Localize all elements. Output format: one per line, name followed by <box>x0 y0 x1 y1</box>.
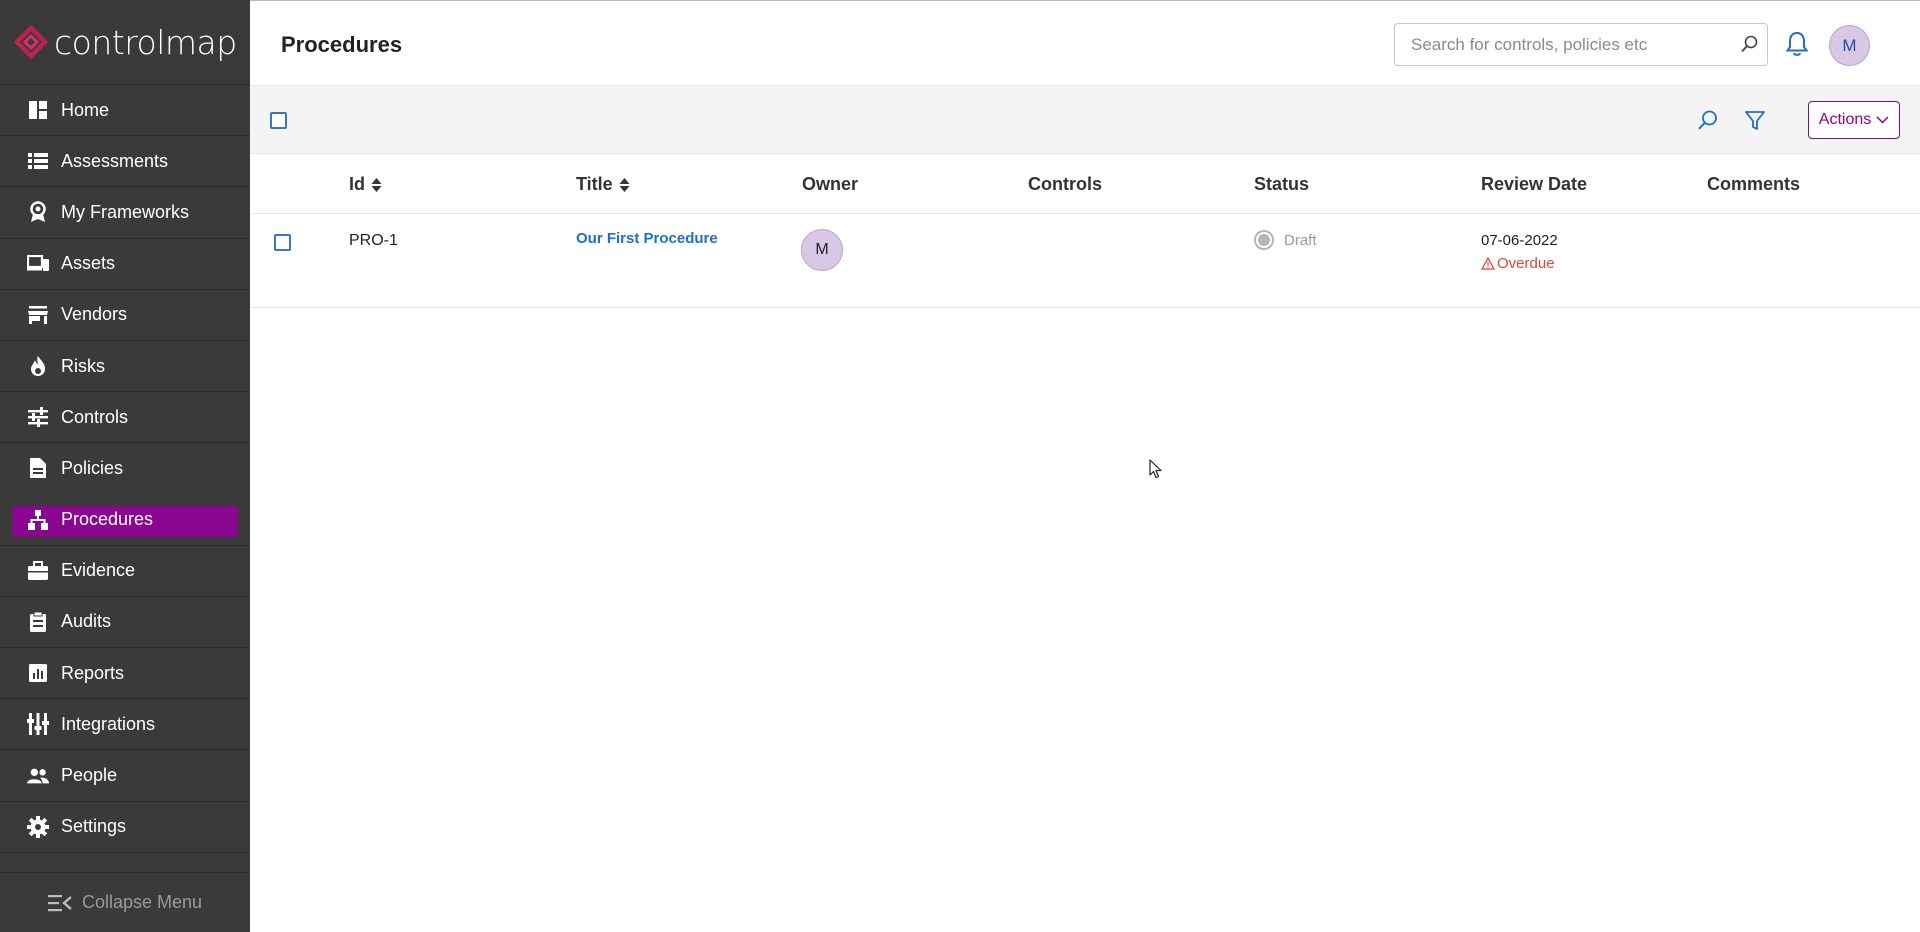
filter-icon[interactable] <box>1745 110 1765 137</box>
sidebar-item-assets[interactable]: Assets <box>0 237 250 289</box>
hierarchy-icon <box>27 509 49 531</box>
column-header-comments: Comments <box>1707 174 1800 195</box>
logo-text: controlmap <box>54 22 237 62</box>
sidebar-item-evidence[interactable]: Evidence <box>0 544 250 596</box>
column-label: Title <box>576 174 613 194</box>
devices-icon <box>27 253 49 275</box>
sidebar-item-label: Assessments <box>61 150 169 171</box>
sidebar-item-label: Policies <box>61 457 124 478</box>
column-label: Comments <box>1707 174 1801 194</box>
column-label: Owner <box>802 174 859 194</box>
overdue-label: Overdue <box>1497 255 1555 272</box>
status-badge: Draft <box>1254 230 1317 250</box>
sidebar-item-risks[interactable]: Risks <box>0 339 250 391</box>
people-icon <box>27 765 49 787</box>
chevron-down-icon <box>1876 116 1889 124</box>
controlmap-logo-icon <box>14 25 48 59</box>
sidebar-item-policies[interactable]: Policies <box>0 442 250 493</box>
sidebar: controlmap Home Assessments My Framework… <box>0 0 250 932</box>
sidebar-item-controls[interactable]: Controls <box>0 391 250 442</box>
sidebar-item-integrations[interactable]: Integrations <box>0 698 250 749</box>
dashboard-icon <box>27 99 49 121</box>
column-label: Id <box>349 174 365 194</box>
sort-icon[interactable] <box>371 177 382 193</box>
collapse-menu-label: Collapse Menu <box>81 892 203 912</box>
sidebar-item-settings[interactable]: Settings <box>0 800 250 852</box>
sidebar-item-label: Integrations <box>61 713 156 734</box>
mouse-cursor-icon <box>1149 459 1162 479</box>
sidebar-item-label: Procedures <box>61 509 154 530</box>
overdue-badge: Overdue <box>1481 255 1558 272</box>
user-avatar[interactable]: M <box>1829 25 1870 66</box>
table-row[interactable]: PRO-1 Our First Procedure M Draft 07-06-… <box>250 214 1920 308</box>
warning-icon <box>1481 257 1495 270</box>
sidebar-item-label: Risks <box>61 355 105 376</box>
sidebar-item-reports[interactable]: Reports <box>0 647 250 698</box>
column-label: Review Date <box>1481 174 1588 194</box>
gear-icon <box>27 815 49 838</box>
sidebar-item-label: Settings <box>61 816 127 837</box>
column-header-status: Status <box>1254 174 1309 195</box>
search-icon[interactable] <box>1741 35 1759 58</box>
review-date: 07-06-2022 <box>1481 232 1558 249</box>
sidebar-item-people[interactable]: People <box>0 749 250 800</box>
sidebar-divider <box>0 851 250 853</box>
sidebar-item-label: Assets <box>61 253 116 274</box>
row-checkbox[interactable] <box>274 234 291 251</box>
badge-icon <box>27 201 49 223</box>
table-header: Id Title Owner Controls Status Review Da… <box>250 154 1920 214</box>
column-header-title[interactable]: Title <box>576 174 630 195</box>
column-header-owner: Owner <box>802 174 858 195</box>
procedures-table: Id Title Owner Controls Status Review Da… <box>250 154 1920 308</box>
status-label: Draft <box>1284 231 1317 249</box>
actions-label: Actions <box>1818 111 1872 128</box>
column-header-review-date: Review Date <box>1481 174 1587 195</box>
search-input[interactable] <box>1395 24 1715 65</box>
owner-avatar[interactable]: M <box>801 229 843 271</box>
list-icon <box>27 150 49 172</box>
sidebar-item-audits[interactable]: Audits <box>0 595 250 647</box>
sidebar-item-vendors[interactable]: Vendors <box>0 288 250 340</box>
sidebar-item-my-frameworks[interactable]: My Frameworks <box>0 186 250 237</box>
sidebar-item-label: My Frameworks <box>61 201 190 222</box>
column-label: Status <box>1254 174 1310 194</box>
clipboard-icon <box>27 611 49 633</box>
document-icon <box>27 457 49 479</box>
store-icon <box>27 304 49 326</box>
sidebar-item-home[interactable]: Home <box>0 84 250 135</box>
sidebar-item-label: Home <box>61 99 110 120</box>
sidebar-item-assessments[interactable]: Assessments <box>0 135 250 186</box>
report-icon <box>27 662 49 684</box>
briefcase-icon <box>27 560 49 582</box>
table-toolbar: Actions <box>250 86 1920 154</box>
notification-bell-icon[interactable] <box>1785 31 1809 62</box>
sidebar-item-label: Audits <box>61 611 112 632</box>
sidebar-item-label: Reports <box>61 662 125 683</box>
sidebar-item-label: Vendors <box>61 304 128 325</box>
actions-button[interactable]: Actions <box>1808 101 1900 139</box>
top-header: Procedures M <box>250 0 1920 86</box>
review-date-cell: 07-06-2022 Overdue <box>1481 232 1558 272</box>
global-search <box>1394 23 1768 66</box>
sidebar-item-label: Evidence <box>61 560 136 581</box>
search-icon[interactable] <box>1697 109 1719 136</box>
procedure-id: PRO-1 <box>349 232 398 249</box>
sidebar-item-procedures[interactable]: Procedures <box>0 493 250 545</box>
logo[interactable]: controlmap <box>0 0 250 84</box>
flame-icon <box>27 355 49 377</box>
sidebar-item-label: People <box>61 765 118 786</box>
collapse-menu-icon <box>47 894 72 912</box>
sort-icon[interactable] <box>619 177 630 193</box>
column-header-id[interactable]: Id <box>349 174 382 195</box>
page-title: Procedures <box>281 32 403 57</box>
integrations-icon <box>27 713 49 736</box>
select-all-checkbox[interactable] <box>270 112 287 129</box>
sliders-icon <box>27 406 49 428</box>
procedure-title-link[interactable]: Our First Procedure <box>576 230 718 247</box>
column-header-controls: Controls <box>1028 174 1102 195</box>
status-dot-icon <box>1254 230 1274 250</box>
sidebar-item-label: Controls <box>61 406 129 427</box>
column-label: Controls <box>1028 174 1102 194</box>
collapse-menu-button[interactable]: Collapse Menu <box>0 872 250 932</box>
